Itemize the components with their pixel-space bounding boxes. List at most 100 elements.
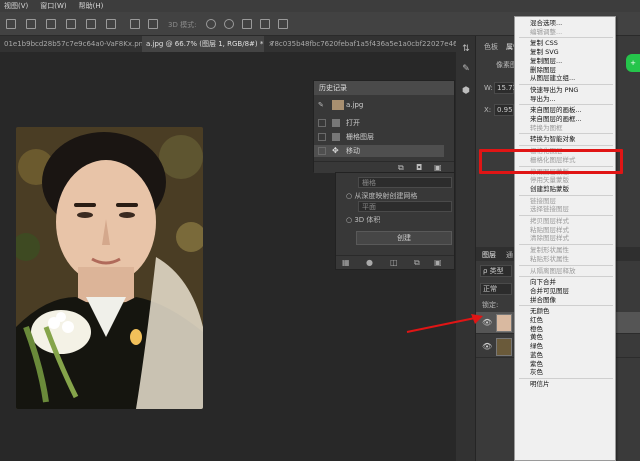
align-top-icon[interactable]	[66, 19, 76, 29]
history-source-checkbox[interactable]	[318, 147, 326, 155]
tab-doc-1[interactable]: 01e1b9bcd28b57c7e9c64a0-VaF8Kx.png×	[0, 36, 158, 52]
menu-item: 停用矢量蒙版	[530, 176, 569, 185]
menu-item[interactable]: 合并可见图层	[515, 287, 615, 296]
camera-icon[interactable]: ◘	[416, 163, 422, 172]
history-state-icon	[332, 133, 340, 141]
tab-doc-3-label: 78c035b48fbc7620febaf1a5f436a5e1a0cbf220…	[270, 40, 456, 48]
rotate-3d-icon[interactable]	[206, 19, 216, 29]
menu-item[interactable]: 来自图层的画框...	[515, 115, 615, 124]
align-right-icon[interactable]	[46, 19, 56, 29]
menu-item[interactable]: 绿色	[515, 342, 615, 351]
history-panel: 历史记录 ✎ a.jpg 打开 栅格图层 ✥ 移动 ⧉ ◘ ▣	[313, 80, 455, 173]
snapshot-label: a.jpg	[346, 101, 364, 109]
slide-3d-icon[interactable]	[260, 19, 270, 29]
history-item[interactable]: 打开	[314, 117, 444, 129]
menu-item[interactable]: 无颜色	[515, 307, 615, 316]
menu-item[interactable]: 蓝色	[515, 351, 615, 360]
menu-item[interactable]: 创建剪贴蒙版	[515, 185, 615, 194]
align-left-icon[interactable]	[6, 19, 16, 29]
menu-item: 拷贝图层样式	[530, 217, 569, 225]
scale-3d-icon[interactable]	[278, 19, 288, 29]
menu-separator	[519, 244, 613, 246]
brush-icon: ✎	[318, 101, 324, 109]
adjust-icon[interactable]: ✎	[461, 64, 471, 74]
menu-item[interactable]: 向下合并	[515, 278, 615, 287]
menu-item[interactable]: 拼合图像	[515, 296, 615, 305]
x-field[interactable]: 0.95	[494, 104, 514, 116]
mode-3d-label: 3D 模式:	[168, 21, 197, 29]
snapshot-thumbnail	[332, 100, 344, 110]
menu-window[interactable]: 窗口(W)	[40, 1, 66, 11]
menu-item[interactable]: 导出为...	[515, 95, 615, 104]
tab-swatches[interactable]: 色板	[484, 42, 498, 52]
menu-item[interactable]: 明信片	[515, 380, 615, 389]
history-item-selected[interactable]: ✥ 移动	[314, 145, 444, 157]
history-panel-title[interactable]: 历史记录	[314, 81, 454, 95]
preset-field-1[interactable]: 栅格	[358, 177, 452, 188]
preset-field-2[interactable]: 平面	[358, 201, 452, 212]
badge-icon[interactable]: +	[626, 54, 640, 72]
history-item[interactable]: 栅格图层	[314, 131, 444, 143]
mesh-icon[interactable]: ▦	[342, 258, 350, 267]
history-item-label: 栅格图层	[346, 133, 374, 141]
trash-icon[interactable]: ▣	[434, 163, 442, 172]
new-icon[interactable]: ⧉	[414, 258, 420, 268]
lock-label: 锁定:	[482, 301, 499, 309]
render-icon[interactable]: ◫	[390, 258, 398, 267]
x-label: X:	[484, 106, 492, 114]
depth-map-option[interactable]: ○ 从深度映射创建网格	[346, 191, 417, 201]
cube-3d-icon[interactable]: ⬢	[461, 86, 471, 96]
more-options-icon[interactable]	[148, 19, 158, 29]
align-middle-icon[interactable]	[86, 19, 96, 29]
layer-thumbnail	[496, 314, 512, 332]
document-image[interactable]	[16, 127, 203, 409]
menu-separator	[519, 83, 613, 85]
light-icon[interactable]: ●	[366, 258, 373, 267]
menu-item[interactable]: 复制 SVG	[515, 48, 615, 57]
menu-item[interactable]: 快速导出为 PNG	[515, 86, 615, 95]
menu-item[interactable]: 从图层建立组...	[515, 74, 615, 83]
history-item-label: 打开	[346, 119, 360, 127]
menu-item: 复制形状属性	[530, 246, 569, 255]
eye-icon[interactable]: 👁	[482, 342, 492, 351]
menu-item[interactable]: 复制图层...	[515, 57, 615, 66]
trash-icon[interactable]: ▣	[434, 258, 442, 267]
width-label: W:	[484, 84, 493, 92]
panel-3d-footer: ▦ ● ◫ ⧉ ▣	[336, 255, 454, 269]
menu-bar: 视图(V) 窗口(W) 帮助(H)	[0, 0, 640, 12]
menu-help[interactable]: 帮助(H)	[79, 1, 104, 11]
portrait-photo	[16, 127, 203, 409]
roll-3d-icon[interactable]	[224, 19, 234, 29]
history-snapshot[interactable]: ✎ a.jpg	[314, 99, 444, 111]
create-button[interactable]: 创建	[356, 231, 452, 245]
blend-mode-select[interactable]: 正常	[480, 283, 512, 295]
align-center-icon[interactable]	[26, 19, 36, 29]
width-field[interactable]: 15.73	[494, 82, 517, 94]
distribute-icon[interactable]	[130, 19, 140, 29]
layer-filter-select[interactable]: ρ 类型	[480, 265, 512, 277]
history-source-checkbox[interactable]	[318, 133, 326, 141]
menu-item[interactable]: 来自图层的画板...	[515, 106, 615, 115]
panel-3d: 栅格 ○ 从深度映射创建网格 平面 ○ 3D 体积 创建 ▦ ● ◫ ⧉ ▣	[335, 172, 455, 270]
annotation-arrow	[406, 314, 483, 333]
layer-thumbnail	[496, 338, 512, 356]
properties-icon[interactable]: ⇅	[461, 44, 471, 54]
menu-item-convert-smart-object[interactable]: 转换为智能对象	[515, 135, 615, 144]
menu-separator	[519, 194, 613, 196]
tab-channels[interactable]: 通	[506, 250, 513, 260]
tab-doc-active[interactable]: a.jpg @ 66.7% (图层 1, RGB/8#) * ×	[142, 36, 274, 52]
menu-item[interactable]: 灰色	[515, 368, 615, 377]
panel-icon-strip: ⇅ ✎ ⬢	[456, 36, 476, 461]
tab-doc-3[interactable]: 78c035b48fbc7620febaf1a5f436a5e1a0cbf220…	[266, 36, 456, 52]
history-source-checkbox[interactable]	[318, 119, 326, 127]
menu-item: 从隔离图层释放	[530, 266, 576, 275]
pan-3d-icon[interactable]	[242, 19, 252, 29]
tab-layers[interactable]: 图层	[482, 250, 496, 260]
volume-3d-option[interactable]: ○ 3D 体积	[346, 215, 380, 225]
menu-item: 选择链接图层	[530, 205, 569, 214]
menu-item[interactable]: 红色	[515, 316, 615, 325]
menu-view[interactable]: 视图(V)	[4, 1, 28, 11]
menu-item[interactable]: 混合选项...	[515, 19, 615, 28]
document-tab-bar: 01e1b9bcd28b57c7e9c64a0-VaF8Kx.png× a.jp…	[0, 36, 456, 52]
align-bottom-icon[interactable]	[106, 19, 116, 29]
